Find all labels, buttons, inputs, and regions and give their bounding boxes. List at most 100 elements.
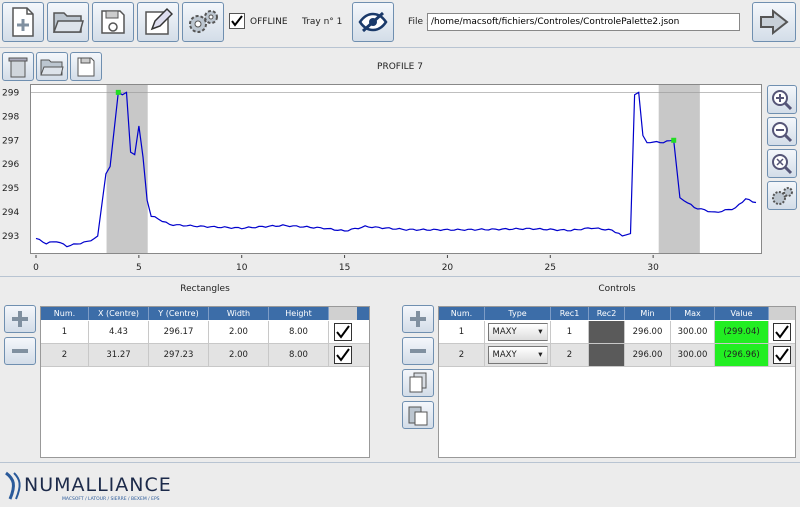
paste-control-button[interactable] (402, 401, 434, 429)
edit-save-icon (145, 7, 173, 35)
chart-divider (0, 276, 800, 277)
copy-control-button[interactable] (402, 369, 434, 397)
col-value: Value (715, 307, 769, 320)
save-profile-button[interactable] (70, 52, 102, 81)
y-tick-label: 299 (2, 88, 19, 98)
cell-height[interactable]: 8.00 (269, 321, 329, 343)
edit-save-button[interactable] (137, 2, 179, 42)
cell-width[interactable]: 2.00 (209, 344, 269, 366)
col-x-centre: X (Centre) (89, 307, 149, 320)
brand-name: NUMALLIANCE (24, 474, 172, 496)
settings-gears-icon (772, 186, 793, 205)
checkmark-icon (775, 325, 789, 339)
table-row[interactable]: 2 MAXY ▾ 2 296.00 300.00 (296.96) (439, 344, 795, 367)
save-button[interactable] (92, 2, 134, 42)
remove-control-button[interactable] (402, 337, 434, 365)
cell-min[interactable]: 296.00 (625, 344, 671, 366)
table-row[interactable]: 1 MAXY ▾ 1 296.00 300.00 (299.04) (439, 321, 795, 344)
plus-icon (12, 311, 28, 327)
delete-profile-button[interactable] (2, 52, 34, 81)
chart-settings-button[interactable] (767, 181, 797, 210)
col-height: Height (269, 307, 329, 320)
open-folder-button[interactable] (47, 2, 89, 42)
zoom-in-button[interactable] (767, 85, 797, 114)
open-folder-icon (40, 59, 64, 75)
type-select[interactable]: MAXY ▾ (485, 344, 551, 366)
save-disk-icon (77, 57, 95, 76)
cell-max[interactable]: 300.00 (671, 344, 715, 366)
offline-label: OFFLINE (250, 17, 288, 27)
cell-min[interactable]: 296.00 (625, 321, 671, 343)
cell-y[interactable]: 297.23 (149, 344, 209, 366)
col-enable (769, 307, 795, 320)
tray-label: Tray n° 1 (302, 17, 343, 27)
cell-rec1[interactable]: 2 (551, 344, 589, 366)
minus-icon (410, 349, 426, 353)
open-folder-icon (52, 12, 84, 33)
cell-y[interactable]: 296.17 (149, 321, 209, 343)
cell-max[interactable]: 300.00 (671, 321, 715, 343)
x-tick-label: 20 (442, 263, 454, 273)
cell-rec2 (589, 321, 625, 343)
row-enable-checkbox[interactable] (769, 321, 795, 343)
checkmark-icon (231, 15, 243, 27)
add-control-button[interactable] (402, 305, 434, 333)
new-file-button[interactable] (2, 2, 44, 42)
file-label: File : (408, 17, 429, 27)
table-row[interactable]: 2 31.27 297.23 2.00 8.00 (41, 344, 369, 367)
cell-width[interactable]: 2.00 (209, 321, 269, 343)
col-max: Max (671, 307, 715, 320)
offline-checkbox[interactable] (229, 13, 245, 29)
col-enable (329, 307, 357, 320)
settings-button[interactable] (182, 2, 224, 42)
cell-x[interactable]: 31.27 (89, 344, 149, 366)
x-tick-label: 10 (236, 263, 248, 273)
checkmark-icon (775, 348, 789, 362)
cell-x[interactable]: 4.43 (89, 321, 149, 343)
zoom-fit-button[interactable] (767, 149, 797, 178)
col-width: Width (209, 307, 269, 320)
profile-title: PROFILE 7 (377, 62, 423, 72)
row-enable-checkbox[interactable] (769, 344, 795, 366)
checkmark-icon (336, 348, 350, 362)
row-enable-checkbox[interactable] (329, 321, 357, 343)
cell-rec1[interactable]: 1 (551, 321, 589, 343)
new-file-icon (12, 7, 34, 37)
chart-axes: 293 294 295 296 297 298 299 0 5 10 15 20 25 30 (2, 88, 659, 273)
footer: NUMALLIANCE MACSOFT / LATOUR / SIERRE / … (0, 462, 800, 507)
y-tick-label: 294 (2, 208, 19, 218)
top-toolbar: OFFLINE Tray n° 1 File : (0, 0, 800, 46)
col-num: Num. (41, 307, 89, 320)
cell-height[interactable]: 8.00 (269, 344, 329, 366)
x-tick-label: 5 (136, 263, 142, 273)
zoom-fit-icon (772, 153, 793, 174)
type-select-value: MAXY (492, 350, 517, 360)
brand-tagline: MACSOFT / LATOUR / SIERRE / BEXEM / EPS (62, 497, 160, 502)
checkmark-icon (336, 325, 350, 339)
y-tick-label: 296 (2, 160, 19, 170)
file-path-input[interactable] (427, 13, 740, 31)
cell-rec2 (589, 344, 625, 366)
zoom-out-button[interactable] (767, 117, 797, 146)
hide-button[interactable] (352, 2, 394, 42)
table-row[interactable]: 1 4.43 296.17 2.00 8.00 (41, 321, 369, 344)
type-select[interactable]: MAXY ▾ (485, 321, 551, 343)
copy-icon (409, 372, 427, 393)
cell-num: 2 (439, 344, 485, 366)
open-profile-button[interactable] (36, 52, 68, 81)
exit-button[interactable] (752, 2, 796, 42)
x-tick-label: 25 (545, 263, 556, 273)
exit-arrow-icon (760, 9, 789, 35)
x-tick-label: 0 (33, 263, 39, 273)
controls-title: Controls (598, 284, 636, 294)
dropdown-arrow-icon: ▾ (538, 327, 543, 337)
rectangles-title: Rectangles (180, 284, 230, 294)
add-rectangle-button[interactable] (4, 305, 36, 333)
plus-icon (410, 311, 426, 327)
minus-icon (12, 349, 28, 353)
remove-rectangle-button[interactable] (4, 337, 36, 365)
rectangles-header: Num. X (Centre) Y (Centre) Width Height (41, 307, 369, 320)
settings-gears-icon (189, 10, 218, 33)
x-tick-label: 30 (647, 263, 659, 273)
row-enable-checkbox[interactable] (329, 344, 357, 366)
